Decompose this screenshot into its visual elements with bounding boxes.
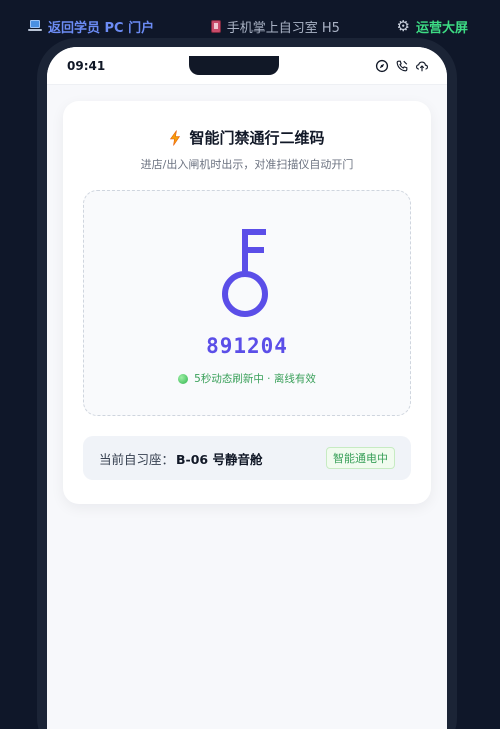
access-code: 891204	[206, 334, 288, 358]
seat-label: 当前自习座：	[99, 451, 175, 467]
access-qr-card: 智能门禁通行二维码 进店/出入闸机时出示，对准扫描仪自动开门 891204 5秒…	[63, 101, 431, 504]
ops-dashboard-link[interactable]: ⚙ 运营大屏	[397, 17, 468, 36]
qr-code-area[interactable]: 891204 5秒动态刷新中 · 离线有效	[83, 190, 411, 416]
status-bar: 09:41	[47, 47, 447, 85]
h5-label: 手机掌上自习室 H5	[226, 20, 340, 36]
current-seat-bar: 当前自习座： B-06 号静音舱 智能通电中	[83, 436, 411, 480]
key-icon	[222, 229, 268, 317]
card-title: 智能门禁通行二维码	[63, 127, 431, 148]
mobile-phone-icon	[210, 19, 221, 33]
card-title-text: 智能门禁通行二维码	[189, 129, 325, 147]
pc-portal-label: 返回学员 PC 门户	[48, 20, 155, 36]
power-status-badge: 智能通电中	[326, 447, 395, 469]
mobile-h5-link[interactable]: 手机掌上自习室 H5	[210, 17, 340, 36]
ops-screen-label: 运营大屏	[415, 20, 468, 36]
compass-icon	[375, 59, 389, 72]
lightning-bolt-icon	[170, 129, 181, 146]
card-subtitle: 进店/出入闸机时出示，对准扫描仪自动开门	[140, 158, 354, 171]
live-status-dot-icon	[178, 373, 189, 384]
seat-info: 当前自习座： B-06 号静音舱	[99, 449, 262, 468]
seat-value: B-06 号静音舱	[176, 451, 263, 467]
cloud-upload-icon	[416, 60, 428, 71]
status-icons	[375, 59, 429, 73]
refresh-text: 5秒动态刷新中 · 离线有效	[194, 373, 316, 385]
phone-call-icon	[396, 60, 408, 71]
phone-notch	[189, 56, 279, 75]
status-time: 09:41	[67, 58, 106, 73]
gear-icon: ⚙	[396, 17, 410, 35]
refresh-status: 5秒动态刷新中 · 离线有效	[84, 371, 410, 386]
phone-screen: 09:41 智能门禁通行二维码 进店/出入闸机时出示，对准扫描仪自动开门 891…	[47, 47, 447, 729]
back-to-pc-portal-link[interactable]: 返回学员 PC 门户	[28, 17, 154, 36]
laptop-icon	[28, 20, 42, 32]
